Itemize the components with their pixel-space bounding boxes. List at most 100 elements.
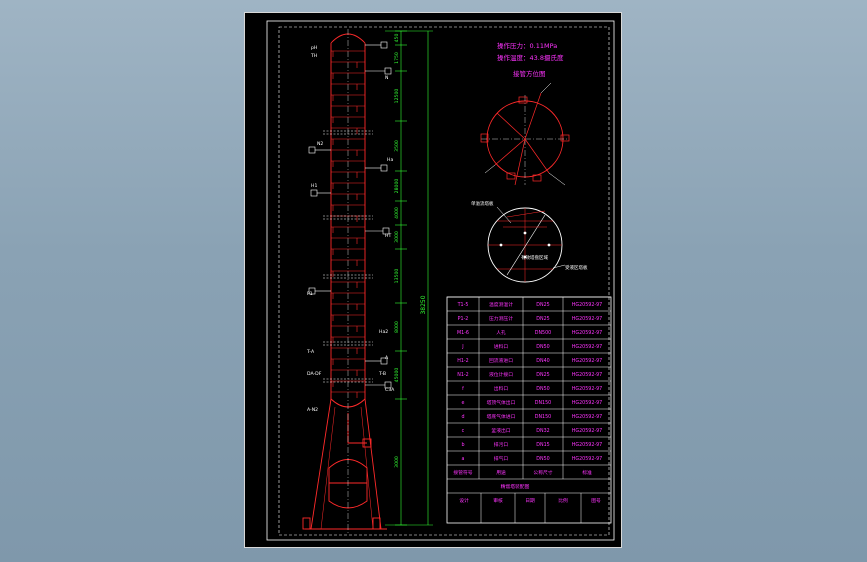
table-cell-size: DN15 xyxy=(536,442,549,448)
table-cell-name: 人孔 xyxy=(496,329,506,336)
side-label: C3A xyxy=(385,387,395,393)
side-label: Ha xyxy=(387,157,393,163)
table-cell-name: 排气口 xyxy=(494,455,509,462)
table-cell-size: DN50 xyxy=(536,456,549,462)
table-cell-size: DN25 xyxy=(536,316,549,322)
side-label: A xyxy=(385,355,389,361)
table-cell-name: 液位计接口 xyxy=(489,371,513,378)
table-cell-symbol: P1-2 xyxy=(458,316,469,322)
dimension-label: 8000 xyxy=(394,321,400,333)
side-label: DA-DF xyxy=(307,371,322,377)
table-cell-name: 塔底气体进口 xyxy=(487,413,516,420)
table-cell-size: DN150 xyxy=(535,414,551,420)
table-cell-standard: HG20592-97 xyxy=(572,428,602,434)
nozzle-flange xyxy=(380,41,388,49)
table-cell-standard: HG20592-97 xyxy=(572,358,602,364)
manway-flanges xyxy=(323,130,373,383)
table-cell-symbol: N1-2 xyxy=(457,372,468,378)
tray-layout-view xyxy=(487,206,566,283)
side-label: pH xyxy=(311,45,317,51)
nozzle-orientation-view xyxy=(480,82,570,186)
table-cell-name: 回流液进口 xyxy=(489,357,513,364)
nozzle-flange xyxy=(308,146,316,154)
dimension-label: 3000 xyxy=(394,231,400,243)
dimension-label: 13500 xyxy=(394,269,400,284)
side-label: A-N2 xyxy=(307,407,318,413)
dimension-label: 45000 xyxy=(394,368,400,383)
side-label: H1 xyxy=(311,183,317,189)
side-label: P1 xyxy=(307,291,313,297)
tower-nozzles xyxy=(308,41,392,389)
table-cell-standard: HG20592-97 xyxy=(572,372,602,378)
orientation-title: 接管方位图 xyxy=(513,69,546,78)
cad-drawing: pH TH N N2 Ha H1 HT P1 A T-A T-B DA-DF C3A A-N2 Ha2 45… xyxy=(266,20,615,541)
table-cell-name: 排污口 xyxy=(494,441,509,448)
dimension-label: 4000 xyxy=(394,207,400,219)
dimension-label: 1750 xyxy=(394,52,400,64)
table-cell-standard: HG20592-97 xyxy=(572,302,602,308)
total-height-label: 38250 xyxy=(420,295,427,314)
table-cell-symbol: M1-6 xyxy=(457,330,469,336)
dimension-label: 3000 xyxy=(394,456,400,468)
tray-label-right: 受液区塔板 xyxy=(565,264,588,271)
table-cell-symbol: T1-5 xyxy=(457,302,469,308)
nozzle-flange xyxy=(310,189,318,197)
nozzle-flange xyxy=(384,67,392,75)
table-cell-size: DN25 xyxy=(536,302,549,308)
table-cell-standard: HG20592-97 xyxy=(572,386,602,392)
footer-cell: 设计 xyxy=(459,497,469,504)
table-cell-size: DN25 xyxy=(536,372,549,378)
side-label: Ha2 xyxy=(379,329,388,335)
dimension-chain xyxy=(385,30,433,526)
table-cell-standard: HG20592-97 xyxy=(572,400,602,406)
table-cell-name: 塔顶气体出口 xyxy=(487,399,516,406)
dimension-label: 450 xyxy=(394,34,400,43)
table-cell-symbol: b xyxy=(461,442,464,448)
table-cell-name: 釜液出口 xyxy=(491,427,510,434)
table-cell-name: 温度测温计 xyxy=(489,301,513,308)
dimension-label: 3500 xyxy=(394,140,400,152)
footer-cell: 图号 xyxy=(591,498,601,504)
table-cell-name: 压力测压计 xyxy=(489,315,513,322)
table-cell-symbol: d xyxy=(461,414,464,420)
table-cell-standard: HG20592-97 xyxy=(572,316,602,322)
title-block-name: 精馏塔装配图 xyxy=(501,483,530,490)
footer-cell: 审核 xyxy=(493,497,503,504)
table-cell-name: 进料口 xyxy=(494,343,509,350)
footer-cell: 比例 xyxy=(558,497,568,504)
dimension-label: 12500 xyxy=(394,89,400,104)
inner-dashed-frame xyxy=(278,26,610,536)
table-cell-symbol: H1-2 xyxy=(457,358,468,364)
table-cell-size: DN150 xyxy=(535,400,551,406)
table-cell-standard: HG20592-97 xyxy=(572,330,602,336)
table-cell-symbol: e xyxy=(462,401,465,406)
outer-frame xyxy=(266,20,615,541)
table-cell-symbol: J xyxy=(461,344,463,350)
table-header-size: 公称尺寸 xyxy=(533,469,552,476)
table-header-symbol: 接管符号 xyxy=(453,469,472,476)
table-cell-size: DN50 xyxy=(536,386,549,392)
side-label: T-A xyxy=(306,349,315,355)
table-cell-symbol: a xyxy=(462,457,465,462)
side-label: N2 xyxy=(317,141,323,147)
dimension-label: 28000 xyxy=(394,179,400,194)
table-cell-standard: HG20592-97 xyxy=(572,414,602,420)
distillation-tower xyxy=(302,33,387,530)
table-cell-symbol: c xyxy=(462,429,465,434)
side-label: TH xyxy=(310,53,317,59)
table-header-name: 用途 xyxy=(496,469,506,476)
tray-label-middle: 有效塔盘区域 xyxy=(521,254,548,261)
table-cell-size: DN50 xyxy=(536,344,549,350)
table-cell-size: DN40 xyxy=(536,358,549,364)
table-cell-standard: HG20592-97 xyxy=(572,442,602,448)
operating-temperature: 操作温度：43.8摄氏度 xyxy=(497,53,564,62)
table-cell-size: DN500 xyxy=(535,330,551,336)
tray-label-left: 单溢流塔板 xyxy=(471,200,494,207)
table-cell-standard: HG20592-97 xyxy=(572,456,602,462)
side-label: N xyxy=(385,75,388,81)
drawing-sheet: pH TH N N2 Ha H1 HT P1 A T-A T-B DA-DF C3A A-N2 Ha2 45… xyxy=(244,12,622,548)
operating-pressure: 操作压力：0.11MPa xyxy=(497,41,557,50)
side-label: T-B xyxy=(378,371,386,377)
table-cell-symbol: f xyxy=(462,386,464,392)
nozzle-table: T1-5 温度测温计 DN25 HG20592-97 P1-2 压力测压计 DN25 HG20… xyxy=(446,296,612,524)
